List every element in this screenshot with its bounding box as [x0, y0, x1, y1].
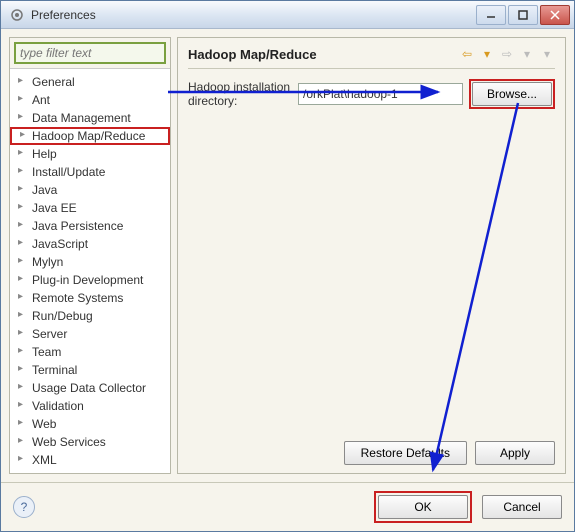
tree-item-general[interactable]: General: [10, 73, 170, 91]
forward-icon[interactable]: ⇨: [499, 46, 515, 62]
install-dir-row: Hadoop installation directory: Browse...: [188, 79, 555, 109]
dir-label: Hadoop installation directory:: [188, 80, 292, 108]
titlebar[interactable]: Preferences: [1, 1, 574, 29]
help-icon[interactable]: ?: [13, 496, 35, 518]
bottom-bar: ? OK Cancel: [1, 482, 574, 531]
tree-item-team[interactable]: Team: [10, 343, 170, 361]
tree-item-java-ee[interactable]: Java EE: [10, 199, 170, 217]
tree-item-terminal[interactable]: Terminal: [10, 361, 170, 379]
right-panel: Hadoop Map/Reduce ⇦ ▾ ⇨ ▾ ▾ Hadoop insta…: [177, 37, 566, 474]
browse-button[interactable]: Browse...: [472, 82, 552, 106]
bottom-buttons: OK Cancel: [374, 491, 562, 523]
tree-item-run-debug[interactable]: Run/Debug: [10, 307, 170, 325]
page-buttons: Restore Defaults Apply: [188, 435, 555, 465]
tree-item-help[interactable]: Help: [10, 145, 170, 163]
tree-item-mylyn[interactable]: Mylyn: [10, 253, 170, 271]
close-button[interactable]: [540, 5, 570, 25]
page-title: Hadoop Map/Reduce: [188, 47, 317, 62]
minimize-button[interactable]: [476, 5, 506, 25]
tree-item-ant[interactable]: Ant: [10, 91, 170, 109]
tree-item-data-management[interactable]: Data Management: [10, 109, 170, 127]
tree-item-plug-in-development[interactable]: Plug-in Development: [10, 271, 170, 289]
window-title: Preferences: [31, 8, 476, 22]
tree-item-server[interactable]: Server: [10, 325, 170, 343]
forward-menu-icon[interactable]: ▾: [519, 46, 535, 62]
apply-button[interactable]: Apply: [475, 441, 555, 465]
back-icon[interactable]: ⇦: [459, 46, 475, 62]
window-buttons: [476, 5, 570, 25]
view-menu-icon[interactable]: ▾: [539, 46, 555, 62]
app-icon: [9, 7, 25, 23]
tree-item-remote-systems[interactable]: Remote Systems: [10, 289, 170, 307]
tree-item-web-services[interactable]: Web Services: [10, 433, 170, 451]
page-header: Hadoop Map/Reduce ⇦ ▾ ⇨ ▾ ▾: [188, 46, 555, 69]
spacer: [188, 119, 555, 435]
filter-wrap: [10, 38, 170, 69]
tree-item-usage-data-collector[interactable]: Usage Data Collector: [10, 379, 170, 397]
filter-input[interactable]: [14, 42, 166, 64]
browse-highlight: Browse...: [469, 79, 555, 109]
tree-item-install-update[interactable]: Install/Update: [10, 163, 170, 181]
tree-item-validation[interactable]: Validation: [10, 397, 170, 415]
cancel-button[interactable]: Cancel: [482, 495, 562, 519]
nav-icons: ⇦ ▾ ⇨ ▾ ▾: [459, 46, 555, 62]
content-area: GeneralAntData ManagementHadoop Map/Redu…: [1, 29, 574, 531]
preference-tree[interactable]: GeneralAntData ManagementHadoop Map/Redu…: [10, 69, 170, 473]
tree-item-java-persistence[interactable]: Java Persistence: [10, 217, 170, 235]
dir-input[interactable]: [298, 83, 463, 105]
tree-item-xml[interactable]: XML: [10, 451, 170, 469]
ok-highlight: OK: [374, 491, 472, 523]
maximize-button[interactable]: [508, 5, 538, 25]
ok-button[interactable]: OK: [378, 495, 468, 519]
preferences-window: Preferences GeneralAntData ManagementHad…: [0, 0, 575, 532]
restore-defaults-button[interactable]: Restore Defaults: [344, 441, 467, 465]
tree-item-javascript[interactable]: JavaScript: [10, 235, 170, 253]
tree-item-java[interactable]: Java: [10, 181, 170, 199]
main-area: GeneralAntData ManagementHadoop Map/Redu…: [1, 29, 574, 482]
tree-item-web[interactable]: Web: [10, 415, 170, 433]
tree-item-hadoop-map-reduce[interactable]: Hadoop Map/Reduce: [10, 127, 170, 145]
back-menu-icon[interactable]: ▾: [479, 46, 495, 62]
left-panel: GeneralAntData ManagementHadoop Map/Redu…: [9, 37, 171, 474]
